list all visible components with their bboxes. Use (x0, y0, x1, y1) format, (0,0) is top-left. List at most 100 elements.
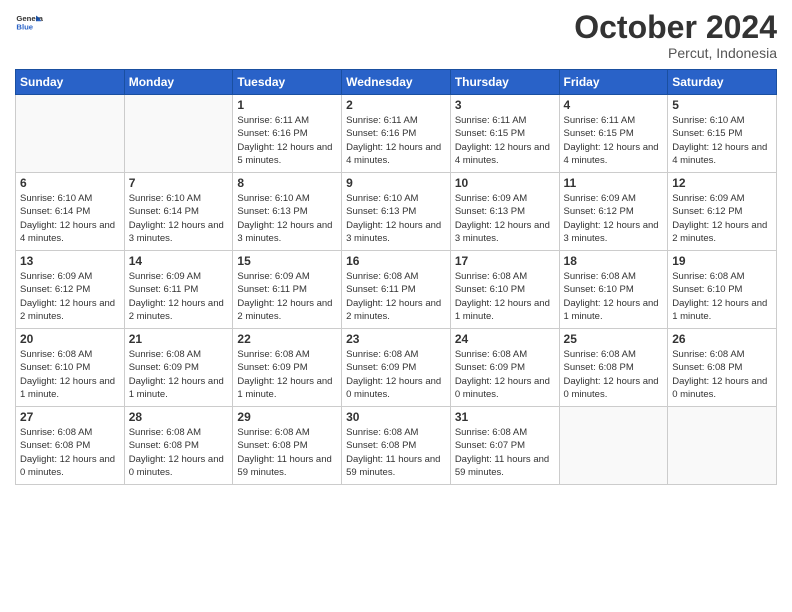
day-info: Sunrise: 6:08 AM Sunset: 6:09 PM Dayligh… (346, 348, 446, 401)
calendar-day-cell: 22 Sunrise: 6:08 AM Sunset: 6:09 PM Dayli… (233, 329, 342, 407)
day-number: 19 (672, 254, 772, 268)
day-info: Sunrise: 6:08 AM Sunset: 6:08 PM Dayligh… (564, 348, 664, 401)
title-area: October 2024 Percut, Indonesia (574, 10, 777, 61)
calendar-day-cell: 29 Sunrise: 6:08 AM Sunset: 6:08 PM Dayli… (233, 407, 342, 485)
month-title: October 2024 (574, 10, 777, 45)
calendar-day-cell: 9 Sunrise: 6:10 AM Sunset: 6:13 PM Daylig… (342, 173, 451, 251)
day-number: 11 (564, 176, 664, 190)
day-info: Sunrise: 6:10 AM Sunset: 6:13 PM Dayligh… (346, 192, 446, 245)
day-info: Sunrise: 6:08 AM Sunset: 6:10 PM Dayligh… (455, 270, 555, 323)
calendar-day-cell: 15 Sunrise: 6:09 AM Sunset: 6:11 PM Dayli… (233, 251, 342, 329)
day-info: Sunrise: 6:08 AM Sunset: 6:09 PM Dayligh… (129, 348, 229, 401)
day-number: 4 (564, 98, 664, 112)
calendar-day-cell (124, 95, 233, 173)
day-info: Sunrise: 6:10 AM Sunset: 6:15 PM Dayligh… (672, 114, 772, 167)
day-number: 12 (672, 176, 772, 190)
calendar-day-cell: 6 Sunrise: 6:10 AM Sunset: 6:14 PM Daylig… (16, 173, 125, 251)
day-number: 25 (564, 332, 664, 346)
day-info: Sunrise: 6:10 AM Sunset: 6:13 PM Dayligh… (237, 192, 337, 245)
day-number: 24 (455, 332, 555, 346)
day-number: 30 (346, 410, 446, 424)
calendar-day-cell: 20Sunrise: 6:08 AM Sunset: 6:10 PM Dayli… (16, 329, 125, 407)
day-of-week-header: Wednesday (342, 70, 451, 95)
day-number: 27 (20, 410, 120, 424)
day-info: Sunrise: 6:09 AM Sunset: 6:11 PM Dayligh… (129, 270, 229, 323)
day-number: 31 (455, 410, 555, 424)
day-info: Sunrise: 6:09 AM Sunset: 6:12 PM Dayligh… (20, 270, 120, 323)
calendar-day-cell: 3 Sunrise: 6:11 AM Sunset: 6:15 PM Daylig… (450, 95, 559, 173)
calendar-day-cell: 7 Sunrise: 6:10 AM Sunset: 6:14 PM Daylig… (124, 173, 233, 251)
day-info: Sunrise: 6:10 AM Sunset: 6:14 PM Dayligh… (20, 192, 120, 245)
day-number: 3 (455, 98, 555, 112)
day-of-week-header: Monday (124, 70, 233, 95)
day-number: 6 (20, 176, 120, 190)
calendar-day-cell: 24 Sunrise: 6:08 AM Sunset: 6:09 PM Dayli… (450, 329, 559, 407)
day-info: Sunrise: 6:08 AM Sunset: 6:09 PM Dayligh… (455, 348, 555, 401)
calendar-table: SundayMondayTuesdayWednesdayThursdayFrid… (15, 69, 777, 485)
day-info: Sunrise: 6:08 AM Sunset: 6:10 PM Dayligh… (672, 270, 772, 323)
day-number: 7 (129, 176, 229, 190)
day-info: Sunrise: 6:11 AM Sunset: 6:15 PM Dayligh… (455, 114, 555, 167)
day-info: Sunrise: 6:10 AM Sunset: 6:14 PM Dayligh… (129, 192, 229, 245)
calendar-day-cell: 17Sunrise: 6:08 AM Sunset: 6:10 PM Dayli… (450, 251, 559, 329)
svg-text:Blue: Blue (16, 23, 33, 32)
calendar-header: General Blue October 2024 Percut, Indone… (15, 10, 777, 61)
day-number: 21 (129, 332, 229, 346)
location: Percut, Indonesia (574, 45, 777, 61)
day-info: Sunrise: 6:08 AM Sunset: 6:09 PM Dayligh… (237, 348, 337, 401)
day-number: 5 (672, 98, 772, 112)
calendar-day-cell (559, 407, 668, 485)
day-number: 29 (237, 410, 337, 424)
day-number: 23 (346, 332, 446, 346)
calendar-week-row: 27 Sunrise: 6:08 AM Sunset: 6:08 PM Dayli… (16, 407, 777, 485)
day-of-week-header: Friday (559, 70, 668, 95)
day-info: Sunrise: 6:11 AM Sunset: 6:16 PM Dayligh… (237, 114, 337, 167)
calendar-day-cell: 12 Sunrise: 6:09 AM Sunset: 6:12 PM Dayli… (668, 173, 777, 251)
day-number: 8 (237, 176, 337, 190)
calendar-day-cell: 19 Sunrise: 6:08 AM Sunset: 6:10 PM Dayli… (668, 251, 777, 329)
calendar-week-row: 6 Sunrise: 6:10 AM Sunset: 6:14 PM Daylig… (16, 173, 777, 251)
calendar-week-row: 20Sunrise: 6:08 AM Sunset: 6:10 PM Dayli… (16, 329, 777, 407)
calendar-day-cell: 31Sunrise: 6:08 AM Sunset: 6:07 PM Dayli… (450, 407, 559, 485)
day-number: 2 (346, 98, 446, 112)
day-info: Sunrise: 6:08 AM Sunset: 6:10 PM Dayligh… (564, 270, 664, 323)
calendar-day-cell: 26Sunrise: 6:08 AM Sunset: 6:08 PM Dayli… (668, 329, 777, 407)
calendar-day-cell: 11 Sunrise: 6:09 AM Sunset: 6:12 PM Dayli… (559, 173, 668, 251)
calendar-day-cell: 5 Sunrise: 6:10 AM Sunset: 6:15 PM Daylig… (668, 95, 777, 173)
calendar-day-cell: 27 Sunrise: 6:08 AM Sunset: 6:08 PM Dayli… (16, 407, 125, 485)
calendar-day-cell (16, 95, 125, 173)
day-info: Sunrise: 6:08 AM Sunset: 6:08 PM Dayligh… (237, 426, 337, 479)
day-number: 9 (346, 176, 446, 190)
calendar-header-row: SundayMondayTuesdayWednesdayThursdayFrid… (16, 70, 777, 95)
calendar-day-cell: 1Sunrise: 6:11 AM Sunset: 6:16 PM Daylig… (233, 95, 342, 173)
calendar-day-cell: 2 Sunrise: 6:11 AM Sunset: 6:16 PM Daylig… (342, 95, 451, 173)
logo-icon: General Blue (15, 10, 43, 38)
day-of-week-header: Saturday (668, 70, 777, 95)
day-number: 10 (455, 176, 555, 190)
day-info: Sunrise: 6:08 AM Sunset: 6:10 PM Dayligh… (20, 348, 120, 401)
calendar-day-cell: 30Sunrise: 6:08 AM Sunset: 6:08 PM Dayli… (342, 407, 451, 485)
day-of-week-header: Tuesday (233, 70, 342, 95)
day-number: 22 (237, 332, 337, 346)
day-info: Sunrise: 6:09 AM Sunset: 6:12 PM Dayligh… (564, 192, 664, 245)
day-info: Sunrise: 6:11 AM Sunset: 6:16 PM Dayligh… (346, 114, 446, 167)
day-info: Sunrise: 6:09 AM Sunset: 6:11 PM Dayligh… (237, 270, 337, 323)
day-info: Sunrise: 6:09 AM Sunset: 6:13 PM Dayligh… (455, 192, 555, 245)
calendar-day-cell: 21 Sunrise: 6:08 AM Sunset: 6:09 PM Dayli… (124, 329, 233, 407)
day-info: Sunrise: 6:08 AM Sunset: 6:08 PM Dayligh… (129, 426, 229, 479)
calendar-day-cell: 28Sunrise: 6:08 AM Sunset: 6:08 PM Dayli… (124, 407, 233, 485)
day-number: 14 (129, 254, 229, 268)
day-number: 18 (564, 254, 664, 268)
calendar-day-cell: 16 Sunrise: 6:08 AM Sunset: 6:11 PM Dayli… (342, 251, 451, 329)
day-number: 15 (237, 254, 337, 268)
day-info: Sunrise: 6:08 AM Sunset: 6:11 PM Dayligh… (346, 270, 446, 323)
day-of-week-header: Sunday (16, 70, 125, 95)
calendar-day-cell: 13Sunrise: 6:09 AM Sunset: 6:12 PM Dayli… (16, 251, 125, 329)
logo: General Blue (15, 10, 47, 38)
day-number: 16 (346, 254, 446, 268)
calendar-day-cell: 23 Sunrise: 6:08 AM Sunset: 6:09 PM Dayli… (342, 329, 451, 407)
day-of-week-header: Thursday (450, 70, 559, 95)
day-info: Sunrise: 6:11 AM Sunset: 6:15 PM Dayligh… (564, 114, 664, 167)
day-info: Sunrise: 6:09 AM Sunset: 6:12 PM Dayligh… (672, 192, 772, 245)
day-info: Sunrise: 6:08 AM Sunset: 6:08 PM Dayligh… (20, 426, 120, 479)
